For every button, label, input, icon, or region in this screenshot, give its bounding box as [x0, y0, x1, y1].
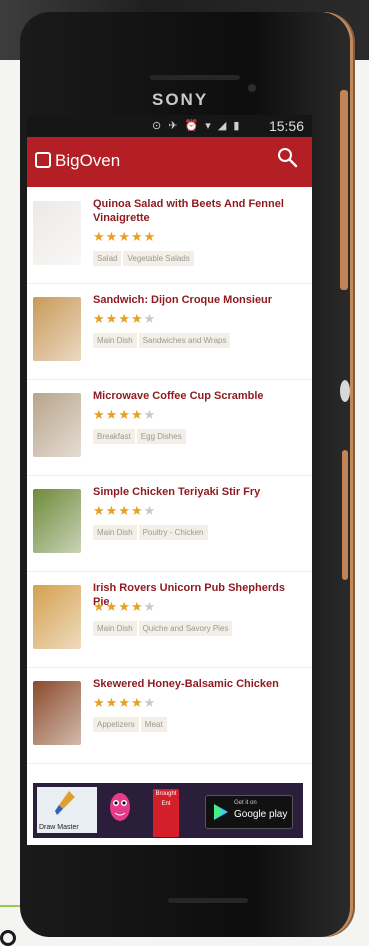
- star-icon: ★: [118, 695, 131, 710]
- recipe-tag[interactable]: Salad: [93, 251, 122, 266]
- recipe-tag[interactable]: Main Dish: [93, 621, 137, 636]
- star-icon: ★: [130, 695, 144, 710]
- status-icons: ⊙ ✈ ⏰ ▾ ◢ ▮: [152, 120, 242, 132]
- phone-screen: ⊙ ✈ ⏰ ▾ ◢ ▮ 15:56 BigOven Quinoa Salad w…: [27, 115, 312, 845]
- recipe-tag[interactable]: Poultry - Chicken: [138, 525, 208, 540]
- star-rating: ★★★★★: [93, 695, 156, 711]
- star-icon: ★: [105, 503, 119, 518]
- app-title: BigOven: [55, 151, 121, 170]
- star-icon: ★: [93, 407, 106, 422]
- ad-banner[interactable]: Draw Master Brought Ent Get it on Google…: [33, 783, 303, 838]
- volume-button: [340, 90, 348, 290]
- recipe-title: Skewered Honey-Balsamic Chicken: [93, 678, 279, 690]
- star-icon: ★: [105, 599, 119, 614]
- star-icon: ★: [143, 311, 157, 326]
- gplay-big-text: Google play: [234, 809, 288, 820]
- star-icon: ★: [143, 407, 157, 422]
- bigoven-logo-icon: [35, 152, 51, 168]
- device-brand: SONY: [152, 90, 209, 109]
- star-icon: ★: [143, 229, 157, 244]
- recipe-list-item[interactable]: Microwave Coffee Cup Scramble ★★★★★ Breakf…: [27, 379, 312, 476]
- front-camera: [248, 84, 256, 92]
- side-button: [342, 450, 348, 580]
- recipe-tags: Appetizers Meat: [93, 717, 169, 732]
- star-icon: ★: [118, 229, 131, 244]
- ad-master-label: Draw Master: [39, 824, 79, 831]
- recipe-tag[interactable]: Sandwiches and Wraps: [138, 333, 231, 348]
- star-icon: ★: [130, 229, 144, 244]
- star-icon: ★: [105, 311, 119, 326]
- earpiece-speaker: [150, 75, 240, 80]
- star-rating: ★★★★★: [93, 229, 156, 245]
- brush-icon: [55, 791, 75, 815]
- recipe-title: Microwave Coffee Cup Scramble: [93, 390, 264, 402]
- recipe-title: Simple Chicken Teriyaki Stir Fry: [93, 486, 261, 498]
- star-icon: ★: [143, 599, 157, 614]
- magazine-logo-icon: [0, 930, 16, 946]
- recipe-tags: Salad Vegetable Salads: [93, 251, 196, 266]
- recipe-thumbnail: [33, 201, 81, 265]
- star-rating: ★★★★★: [93, 503, 156, 519]
- recipe-thumbnail: [33, 681, 81, 745]
- star-icon: ★: [105, 407, 119, 422]
- google-play-icon: [214, 804, 228, 820]
- recipe-list-item[interactable]: Sandwich: Dijon Croque Monsieur ★★★★★ Main…: [27, 283, 312, 380]
- star-icon: ★: [93, 599, 106, 614]
- recipe-list-item[interactable]: Skewered Honey-Balsamic Chicken ★★★★★ Appe…: [27, 667, 312, 764]
- search-icon[interactable]: [276, 146, 298, 168]
- ad-draw-master[interactable]: Draw Master: [37, 787, 97, 833]
- recipe-list-item[interactable]: Irish Rovers Unicorn Pub Shepherds Pie ★★…: [27, 571, 312, 668]
- star-icon: ★: [130, 503, 144, 518]
- recipe-tag[interactable]: Breakfast: [93, 429, 135, 444]
- star-rating: ★★★★★: [93, 311, 156, 327]
- bottom-speaker: [168, 898, 248, 903]
- star-icon: ★: [130, 599, 144, 614]
- recipe-tag[interactable]: Vegetable Salads: [123, 251, 194, 266]
- star-icon: ★: [105, 229, 119, 244]
- recipe-tag[interactable]: Main Dish: [93, 525, 137, 540]
- recipe-tags: Main Dish Quiche and Savory Pies: [93, 621, 234, 636]
- recipe-thumbnail: [33, 489, 81, 553]
- star-icon: ★: [93, 695, 106, 710]
- recipe-thumbnail: [33, 297, 81, 361]
- recipe-list-item[interactable]: Quinoa Salad with Beets And Fennel Vinai…: [27, 187, 312, 284]
- recipe-tags: Main Dish Poultry - Chicken: [93, 525, 210, 540]
- star-rating: ★★★★★: [93, 599, 156, 615]
- recipe-thumbnail: [33, 585, 81, 649]
- star-icon: ★: [93, 503, 106, 518]
- ad-red-panel[interactable]: Brought Ent: [153, 789, 179, 837]
- star-icon: ★: [118, 311, 131, 326]
- star-icon: ★: [118, 503, 131, 518]
- recipe-title: Sandwich: Dijon Croque Monsieur: [93, 294, 273, 306]
- recipe-thumbnail: [33, 393, 81, 457]
- recipe-tag[interactable]: Egg Dishes: [136, 429, 186, 444]
- star-icon: ★: [93, 311, 106, 326]
- recipe-tags: Main Dish Sandwiches and Wraps: [93, 333, 232, 348]
- recipe-list-item[interactable]: Simple Chicken Teriyaki Stir Fry ★★★★★ Mai…: [27, 475, 312, 572]
- star-rating: ★★★★★: [93, 407, 156, 423]
- star-icon: ★: [93, 229, 106, 244]
- recipe-tag[interactable]: Quiche and Savory Pies: [138, 621, 233, 636]
- status-time: 15:56: [268, 118, 304, 134]
- star-icon: ★: [118, 599, 131, 614]
- recipe-tag[interactable]: Main Dish: [93, 333, 137, 348]
- star-icon: ★: [143, 695, 157, 710]
- power-button: [340, 380, 350, 402]
- recipe-title: Quinoa Salad with Beets And Fennel Vinai…: [93, 198, 284, 224]
- recipe-tag[interactable]: Meat: [140, 717, 167, 732]
- star-icon: ★: [130, 407, 144, 422]
- star-icon: ★: [143, 503, 157, 518]
- google-play-badge[interactable]: Get it on Google play: [205, 795, 293, 829]
- star-icon: ★: [130, 311, 144, 326]
- recipe-tag[interactable]: Appetizers: [93, 717, 139, 732]
- app-bar: BigOven: [27, 137, 312, 187]
- monster-character-icon: [110, 793, 130, 821]
- recipe-tags: Breakfast Egg Dishes: [93, 429, 188, 444]
- gplay-small-text: Get it on: [234, 800, 257, 806]
- status-bar: ⊙ ✈ ⏰ ▾ ◢ ▮ 15:56: [27, 115, 312, 137]
- star-icon: ★: [105, 695, 119, 710]
- star-icon: ★: [118, 407, 131, 422]
